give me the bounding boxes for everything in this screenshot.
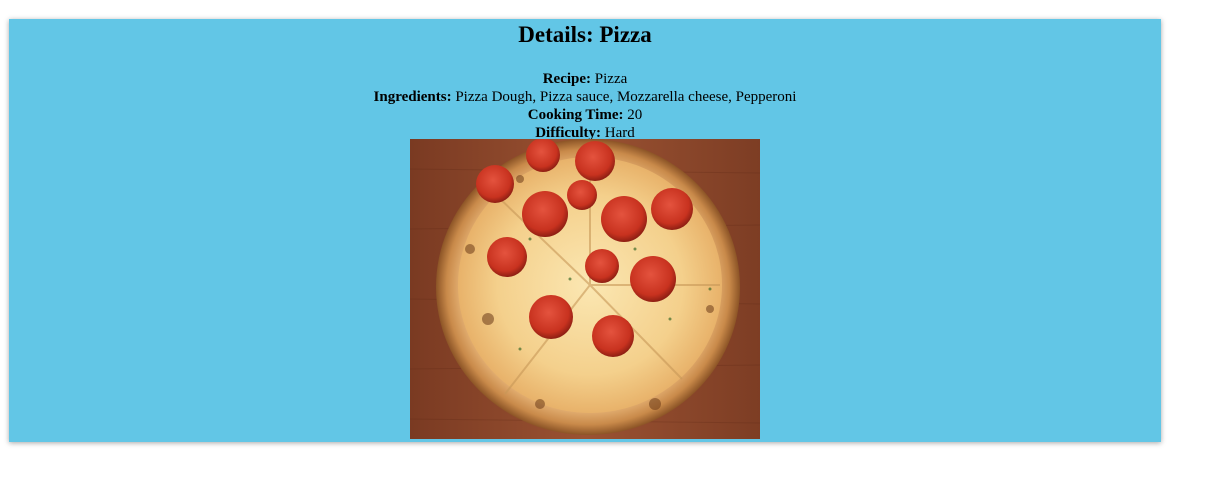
- title-recipe-name: Pizza: [599, 22, 652, 47]
- recipe-details-list: Recipe: Pizza Ingredients: Pizza Dough, …: [9, 70, 1161, 142]
- cooking-time-value: 20: [627, 107, 643, 123]
- ingredients-value: Pizza Dough, Pizza sauce, Mozzarella che…: [455, 89, 797, 105]
- recipe-label: Recipe:: [542, 71, 592, 87]
- cooking-time-row: Cooking Time: 20: [9, 106, 1161, 124]
- recipe-details-content: Details: Pizza Recipe: Pizza Ingredients…: [9, 19, 1161, 142]
- ingredients-row: Ingredients: Pizza Dough, Pizza sauce, M…: [9, 88, 1161, 106]
- recipe-details-card: Details: Pizza Recipe: Pizza Ingredients…: [9, 19, 1161, 442]
- recipe-value: Pizza: [594, 71, 628, 87]
- page-title: Details: Pizza: [9, 19, 1161, 49]
- ingredients-label: Ingredients:: [373, 89, 452, 105]
- pizza-image: [410, 139, 760, 439]
- recipe-row: Recipe: Pizza: [9, 70, 1161, 88]
- cooking-time-label: Cooking Time:: [527, 107, 624, 123]
- title-prefix: Details:: [518, 22, 600, 47]
